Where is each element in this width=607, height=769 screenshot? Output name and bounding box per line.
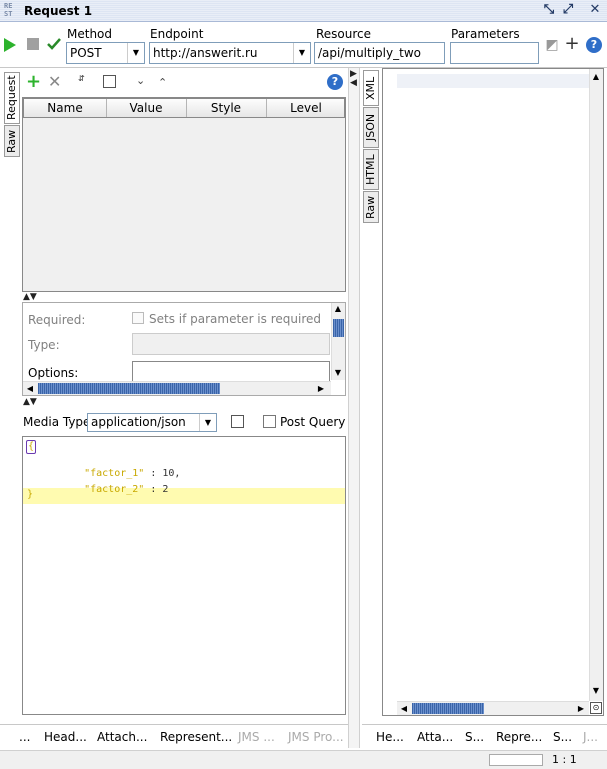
json-value-factor-2: : 2 <box>144 484 169 495</box>
chevron-down-icon: ▼ <box>127 43 144 63</box>
required-checkbox[interactable] <box>132 312 144 324</box>
tab-headers[interactable]: Head... <box>44 730 87 744</box>
method-label: Method <box>67 27 113 41</box>
tab-schema[interactable]: S... <box>553 730 572 744</box>
column-style[interactable]: Style <box>186 99 267 117</box>
tab-response-headers[interactable]: He... <box>376 730 404 744</box>
tab-json[interactable]: JSON <box>363 107 379 148</box>
help-icon[interactable]: ? <box>586 37 602 53</box>
json-open-brace: { <box>26 440 37 454</box>
status-progress <box>489 754 543 766</box>
scroll-up-icon[interactable]: ▲ <box>332 303 344 315</box>
add-param-icon[interactable]: + <box>26 73 41 91</box>
chevron-down-icon: ▼ <box>293 43 310 63</box>
tab-jms-properties[interactable]: JMS Pro... <box>288 730 344 744</box>
stop-icon[interactable] <box>25 37 41 53</box>
endpoint-value: http://answerit.ru <box>153 46 258 60</box>
splitter-collapse-arrows[interactable]: ▶ ◀ <box>350 70 357 88</box>
resource-input[interactable]: /api/multiply_two <box>314 42 445 64</box>
run-request-icon[interactable] <box>2 37 18 53</box>
column-name[interactable]: Name <box>24 99 107 117</box>
tab-request[interactable]: Request <box>4 72 20 124</box>
delete-param-icon[interactable]: ✕ <box>48 73 61 91</box>
submit-check-icon[interactable] <box>46 36 62 52</box>
media-type-select[interactable]: application/json ▼ <box>87 413 217 432</box>
post-querystring-checkbox[interactable] <box>263 415 276 428</box>
response-editor[interactable]: ▲ ▼ ◀ ▶ ⊙ <box>382 68 604 716</box>
response-horizontal-scrollbar[interactable]: ◀ ▶ <box>397 701 589 715</box>
bottom-tabs-divider <box>0 724 348 725</box>
type-label: Type: <box>28 338 60 352</box>
params-help-icon[interactable]: ? <box>327 74 343 90</box>
window-title: Request 1 <box>24 4 93 18</box>
tab-raw[interactable]: Raw <box>363 191 379 223</box>
column-level[interactable]: Level <box>266 99 346 117</box>
tab-raw[interactable]: Raw <box>4 125 20 157</box>
current-line-highlight <box>397 74 589 88</box>
required-label: Required: <box>28 313 86 327</box>
scroll-thumb[interactable] <box>412 703 484 714</box>
tab-more[interactable]: ... <box>19 730 30 744</box>
scroll-right-icon[interactable]: ▶ <box>315 383 327 395</box>
scroll-down-icon[interactable]: ▼ <box>332 367 344 379</box>
chevron-down-icon: ▼ <box>199 414 216 431</box>
parameters-input[interactable] <box>450 42 539 64</box>
scroll-down-icon[interactable]: ▼ <box>590 685 602 697</box>
clear-params-icon[interactable] <box>103 75 116 88</box>
json-close-brace: } <box>27 489 34 500</box>
column-value[interactable]: Value <box>106 99 187 117</box>
tab-ssl-info[interactable]: S... <box>465 730 484 744</box>
parameters-label: Parameters <box>451 27 520 41</box>
options-label: Options: <box>28 366 79 380</box>
close-icon[interactable]: ✕ <box>587 2 603 18</box>
method-select[interactable]: POST ▼ <box>66 42 145 64</box>
zoom-icon[interactable]: ⊙ <box>590 702 602 714</box>
details-horizontal-scrollbar[interactable]: ◀ ▶ <box>23 381 331 395</box>
tab-attachments[interactable]: Attach... <box>97 730 147 744</box>
method-value: POST <box>70 46 102 60</box>
media-type-value: application/json <box>91 415 186 429</box>
endpoint-input[interactable]: http://answerit.ru ▼ <box>149 42 311 64</box>
endpoint-label: Endpoint <box>150 27 204 41</box>
add-icon[interactable]: + <box>564 35 580 53</box>
required-checkbox-label: Sets if parameter is required <box>149 312 321 326</box>
tab-jms-headers[interactable]: JMS ... <box>238 730 275 744</box>
details-vertical-scrollbar[interactable]: ▲ ▼ <box>331 303 345 380</box>
tab-response-attachments[interactable]: Atta... <box>417 730 453 744</box>
params-table[interactable]: Name Value Style Level <box>22 97 346 292</box>
scroll-thumb[interactable] <box>333 319 344 337</box>
move-up-icon[interactable]: ⌃ <box>158 76 167 89</box>
tab-html[interactable]: HTML <box>363 149 379 190</box>
recreate-representation-icon[interactable] <box>231 415 244 428</box>
json-key-factor-2: "factor_2" <box>84 484 145 495</box>
response-vertical-scrollbar[interactable]: ▲ ▼ <box>589 69 603 701</box>
splitter-arrows[interactable]: ▲▼ <box>23 397 37 407</box>
media-type-label: Media Type <box>23 415 91 429</box>
tab-representations[interactable]: Represent... <box>160 730 232 744</box>
tab-response-representations[interactable]: Repre... <box>496 730 542 744</box>
scroll-right-icon[interactable]: ▶ <box>575 703 587 715</box>
scroll-thumb[interactable] <box>38 383 220 394</box>
rest-logo: RE ST <box>4 2 13 18</box>
splitter-arrows[interactable]: ▲▼ <box>23 292 37 302</box>
bottom-tabs-divider <box>362 724 607 725</box>
resource-label: Resource <box>316 27 372 41</box>
tab-xml[interactable]: XML <box>363 70 379 106</box>
params-table-header: Name Value Style Level <box>23 98 345 118</box>
scroll-left-icon[interactable]: ◀ <box>398 703 410 715</box>
post-querystring-label: Post QuerySt <box>280 415 346 429</box>
move-down-icon[interactable]: ⌄ <box>136 74 145 87</box>
request-body-editor[interactable]: { "factor_1" : 10, "factor_2" : 2 } <box>22 436 346 715</box>
detach-icon[interactable]: ⤡ <box>541 2 557 18</box>
panel-splitter[interactable] <box>348 68 360 748</box>
extract-params-icon[interactable]: ⇵ <box>78 74 96 88</box>
tab-jms[interactable]: J... <box>583 730 598 744</box>
maximize-icon[interactable]: ⤢ <box>560 2 576 18</box>
cursor-position: 1 : 1 <box>552 753 577 766</box>
options-input[interactable] <box>132 361 330 383</box>
parameter-edit-icon[interactable]: ◩ <box>544 37 560 53</box>
scroll-up-icon[interactable]: ▲ <box>590 71 602 83</box>
scroll-left-icon[interactable]: ◀ <box>24 383 36 395</box>
type-select[interactable] <box>132 333 330 355</box>
